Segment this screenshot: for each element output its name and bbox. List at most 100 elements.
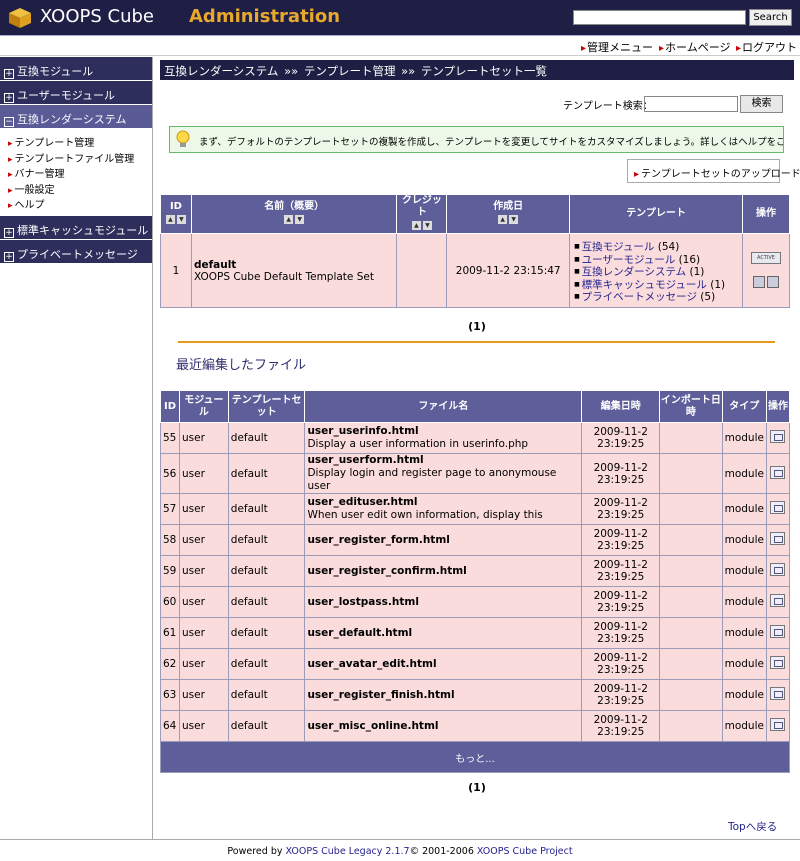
file-name-link[interactable]: user_register_form.html (307, 534, 449, 546)
edit-icon[interactable] (770, 594, 786, 607)
edit-icon[interactable] (770, 563, 786, 576)
file-ops (765, 648, 791, 680)
sort-buttons[interactable]: ▲ ▼ (161, 215, 191, 227)
sidebar-section-pm[interactable]: + プライベートメッセージ (0, 239, 152, 264)
file-edited: 2009-11-2 23:19:25 (581, 586, 661, 618)
brand-name[interactable]: XOOPS Cube (40, 6, 154, 27)
breadcrumb-template-link[interactable]: テンプレート管理 (304, 64, 396, 78)
sidebar-item-banner-manage[interactable]: バナー管理 (8, 165, 152, 181)
sidebar-section-legacy[interactable]: + 互換モジュール (0, 57, 152, 81)
col-module: モジュール (178, 390, 229, 423)
file-name-link[interactable]: user_userinfo.html (307, 425, 418, 437)
sort-buttons[interactable]: ▲ ▼ (192, 215, 397, 227)
download-icon[interactable] (753, 276, 765, 288)
file-ops (765, 586, 791, 618)
edit-icon[interactable] (770, 656, 786, 669)
sidebar-section-render[interactable]: − 互換レンダーシステム (0, 105, 152, 129)
edit-icon[interactable] (770, 687, 786, 700)
template-search-button[interactable]: 検索 (740, 95, 783, 113)
file-module: user (178, 493, 229, 525)
xoops-cube-logo-icon[interactable] (8, 7, 32, 29)
active-badge-icon: ACTIVE (751, 252, 781, 264)
edit-icon[interactable] (770, 501, 786, 514)
sort-buttons[interactable]: ▲ ▼ (447, 215, 569, 227)
home-link[interactable]: ホームページ (659, 39, 730, 55)
file-cell: user_userinfo.html Display a user informa… (304, 422, 583, 454)
list-item: プライベートメッセージ (5) (574, 289, 740, 303)
file-module: user (178, 679, 229, 711)
sort-asc-icon: ▲ (284, 215, 294, 224)
sort-desc-icon: ▼ (422, 221, 432, 230)
edit-icon[interactable] (770, 532, 786, 545)
sidebar-section-label: 互換モジュール (17, 65, 94, 78)
edit-icon[interactable] (770, 718, 786, 731)
sidebar-item-help[interactable]: ヘルプ (8, 196, 152, 212)
sidebar-item-template-manage[interactable]: テンプレート管理 (8, 134, 152, 150)
file-tplset: default (227, 493, 306, 525)
file-name-link[interactable]: user_register_finish.html (307, 689, 454, 701)
file-cell: user_default.html (304, 617, 583, 649)
table-row: 55 user default user_userinfo.html Display a… (160, 422, 791, 454)
logout-link[interactable]: ログアウト (736, 39, 797, 55)
file-name-link[interactable]: user_userform.html (307, 454, 423, 466)
file-ops (765, 679, 791, 711)
sidebar-section-label: 標準キャッシュモジュール (17, 223, 149, 237)
file-id: 56 (160, 453, 180, 494)
sidebar-section-cache[interactable]: + 標準キャッシュモジュール (0, 215, 152, 240)
breadcrumb-render-link[interactable]: 互換レンダーシステム (164, 64, 278, 78)
breadcrumb-sep: »» (284, 64, 299, 78)
module-template-link[interactable]: プライベートメッセージ (582, 291, 697, 303)
set-credit (396, 233, 448, 308)
file-imported (659, 422, 723, 454)
file-name-link[interactable]: user_register_confirm.html (307, 565, 466, 577)
sidebar-section-user[interactable]: + ユーザーモジュール (0, 81, 152, 105)
file-name-link[interactable]: user_avatar_edit.html (307, 658, 436, 670)
back-to-top-link[interactable]: Topへ戻る (728, 819, 777, 834)
file-cell: user_userform.html Display login and regi… (304, 453, 583, 494)
col-created[interactable]: 作成日 ▲ ▼ (446, 194, 571, 234)
file-module: user (178, 617, 229, 649)
edit-icon[interactable] (770, 465, 786, 479)
sort-buttons[interactable]: ▲ ▼ (397, 221, 446, 233)
col-type: タイプ (721, 390, 767, 423)
file-tplset: default (227, 617, 306, 649)
edit-icon[interactable] (770, 430, 786, 443)
header-search-input[interactable] (573, 10, 746, 25)
pager-top[interactable]: (1) (160, 320, 794, 333)
header-search-button[interactable]: Search (749, 9, 792, 26)
pager-bottom[interactable]: (1) (160, 781, 794, 794)
list-item: 互換モジュール (54) (574, 239, 740, 253)
file-type: module (721, 586, 767, 618)
file-id: 57 (160, 493, 180, 525)
file-desc: Display login and register page to anony… (307, 467, 557, 492)
file-imported (659, 586, 723, 618)
admin-menu-link[interactable]: 管理メニュー (581, 39, 653, 55)
footer-text: © 2001-2006 (409, 846, 477, 857)
sidebar-section-label: プライベートメッセージ (17, 247, 138, 261)
file-tplset: default (227, 422, 306, 454)
file-edited: 2009-11-2 23:19:25 (581, 617, 661, 649)
file-tplset: default (227, 524, 306, 556)
footer-xcl-link[interactable]: XOOPS Cube Legacy 2.1.7 (286, 846, 410, 857)
file-name-link[interactable]: user_edituser.html (307, 496, 417, 508)
sidebar-section-label: 互換レンダーシステム (17, 113, 127, 126)
file-name-link[interactable]: user_misc_online.html (307, 720, 438, 732)
more-link[interactable]: もっと... (160, 741, 790, 773)
template-search-input[interactable] (644, 96, 738, 112)
sidebar-item-template-file-manage[interactable]: テンプレートファイル管理 (8, 150, 152, 166)
col-credit[interactable]: クレジット ▲ ▼ (396, 194, 448, 234)
file-name-link[interactable]: user_lostpass.html (307, 596, 418, 608)
col-name[interactable]: 名前（概要） ▲ ▼ (190, 194, 398, 234)
file-name-link[interactable]: user_default.html (307, 627, 412, 639)
template-search-label: テンプレート検索： (563, 101, 653, 112)
clone-icon[interactable] (767, 276, 779, 288)
footer-project-link[interactable]: XOOPS Cube Project (477, 846, 573, 857)
sidebar-item-general-settings[interactable]: 一般設定 (8, 181, 152, 197)
col-filename: ファイル名 (304, 390, 583, 423)
file-tplset: default (227, 648, 306, 680)
col-id[interactable]: ID ▲ ▼ (160, 194, 192, 234)
sort-desc-icon: ▼ (176, 215, 186, 224)
edit-icon[interactable] (770, 625, 786, 638)
upload-templateset-button[interactable]: テンプレートセットのアップロード (627, 159, 800, 183)
footer: Powered by XOOPS Cube Legacy 2.1.7© 2001… (0, 839, 800, 861)
